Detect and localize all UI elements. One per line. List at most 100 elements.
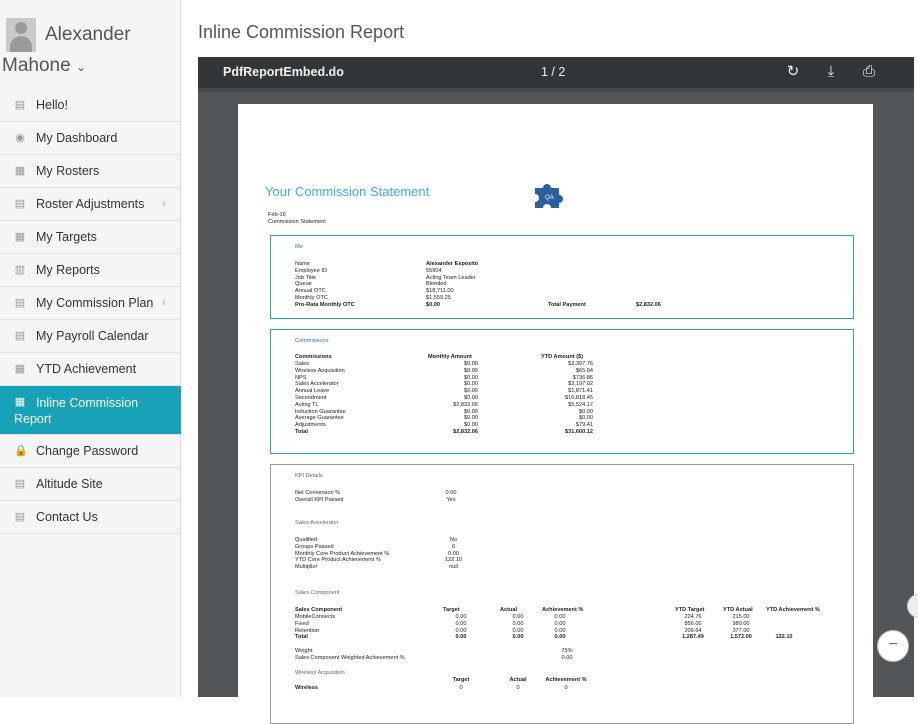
column-header: Actual: [500, 607, 518, 613]
sidebar-item-roster-adjustments[interactable]: ▤ Roster Adjustments ‹: [0, 188, 181, 221]
sidebar-item-label: Hello!: [36, 98, 68, 112]
row-label: Sales Accelerator: [295, 381, 339, 388]
cell: 215.00: [732, 614, 750, 620]
kpi-label: Overall KPI Passed: [295, 496, 344, 503]
accel-value: 122.10: [444, 557, 463, 564]
sidebar-item-inline-commission-report[interactable]: ▦ Inline Commission Report: [0, 386, 181, 435]
sidebar-item-my-reports[interactable]: ▥ My Reports: [0, 254, 181, 287]
column-header: Target: [452, 677, 470, 683]
section-header: Sales Accelerator: [295, 520, 339, 526]
weight-label: Weight: [295, 648, 313, 654]
sidebar-item-my-payroll-calendar[interactable]: ▤ My Payroll Calendar: [0, 320, 181, 353]
rotate-icon[interactable]: ↻: [783, 62, 803, 80]
column-header: YTD Achievement %: [766, 607, 820, 613]
ytd-amount: $0.00: [579, 415, 593, 422]
cell: 0.00: [554, 627, 566, 634]
kpi-label: Net Conversion %: [295, 490, 341, 496]
file-icon: ▤: [14, 478, 26, 490]
monthly-amount: $0.00: [464, 367, 478, 374]
sidebar-item-label: Contact Us: [36, 510, 98, 524]
cell: 206.64: [684, 627, 702, 634]
accel-value: 0.00: [448, 550, 459, 557]
sidebar-item-label: My Commission Plan: [36, 296, 154, 310]
cell: 1,287.49: [682, 634, 704, 641]
total-payment-value: $2,832.06: [636, 301, 661, 308]
column-header: Actual: [509, 677, 527, 683]
pdf-title: PdfReportEmbed.do: [223, 65, 344, 79]
cell: 0: [564, 685, 568, 691]
pdf-page-indicator[interactable]: 1 / 2: [541, 65, 565, 79]
monthly-amount: $0.00: [464, 381, 478, 388]
cell: 0.00: [455, 634, 467, 641]
page-title: Inline Commission Report: [198, 22, 405, 42]
file-icon: ▤: [14, 297, 26, 309]
row-label: Wireless: [295, 685, 318, 691]
sidebar-item-ytd-achievement[interactable]: ▦ YTD Achievement: [0, 353, 181, 386]
column-header: YTD Target: [675, 607, 705, 613]
doc-date: Feb-16: [268, 212, 286, 218]
cell: 0.00: [512, 627, 524, 634]
sidebar-item-altitude-site[interactable]: ▤ Altitude Site: [0, 468, 181, 501]
sidebar-item-label: Change Password: [36, 444, 139, 458]
sidebar-item-label: My Reports: [36, 263, 100, 277]
commissions-box: Commissions Commissions Monthly Amount YTD …: [270, 329, 854, 454]
sidebar-item-contact-us[interactable]: ▤ Contact Us: [0, 501, 181, 534]
sidebar-item-my-targets[interactable]: ▦ My Targets: [0, 221, 181, 254]
cell: 224.76: [684, 614, 702, 620]
chevron-left-icon: ‹: [162, 295, 166, 309]
ytd-amount: $736.86: [572, 374, 593, 381]
file-icon: ▤: [14, 330, 26, 342]
field-label: Queue: [295, 281, 312, 288]
collapse-button[interactable]: −: [877, 630, 909, 662]
user-panel[interactable]: Alexander Mahone ⌄: [0, 18, 181, 88]
sidebar-item-label: Roster Adjustments: [36, 197, 145, 211]
field-value: Acting Team Leader: [426, 274, 476, 281]
row-label: Annual Leave: [295, 388, 330, 395]
weight-label: Sales Component Weighted Achievement %: [295, 654, 405, 661]
cell: 856.00: [684, 620, 702, 627]
accel-value: 0: [451, 543, 456, 550]
section-header: Wireless Acquisition: [295, 670, 345, 676]
file-icon: ▤: [14, 198, 26, 210]
field-value: $18,711.00: [426, 288, 454, 295]
cell: 0.00: [554, 634, 566, 641]
row-label: Retention: [295, 627, 319, 634]
ytd-amount: $5,524.17: [568, 401, 593, 408]
sidebar-item-change-password[interactable]: 🔒 Change Password: [0, 435, 181, 468]
row-label: Secondment: [295, 395, 327, 401]
accel-label: Monthly Core Product Achievement %: [295, 550, 390, 557]
cell: 0.00: [455, 627, 467, 634]
kpi-value: Yes: [446, 496, 456, 503]
pdf-page: Your Commission Statement QA Feb-16 Comm…: [238, 104, 873, 724]
sidebar-item-hello-[interactable]: ▤ Hello!: [0, 89, 181, 122]
row-label: Total: [295, 634, 308, 641]
print-icon[interactable]: ⎙: [859, 63, 879, 80]
field-label: Monthly OTC: [295, 295, 328, 301]
row-label: MobileConnects: [295, 614, 336, 620]
row-label: NPS: [295, 374, 307, 381]
user-last-name[interactable]: Mahone ⌄: [2, 55, 86, 77]
ytd-amount: $79.41: [575, 422, 593, 429]
sidebar-item-label: Altitude Site: [36, 477, 103, 491]
user-first-name: Alexander: [45, 24, 131, 45]
total-payment-label: Total Payment: [548, 301, 586, 308]
pdf-toolbar: PdfReportEmbed.do 1 / 2 ↻ ⤓ ⎙: [198, 57, 914, 88]
cell: 377.00: [732, 627, 750, 634]
sidebar-item-my-rosters[interactable]: ▦ My Rosters: [0, 155, 181, 188]
cell: 0.00: [455, 614, 467, 620]
monthly-amount: $0.00: [464, 408, 478, 415]
sidebar-item-my-commission-plan[interactable]: ▤ My Commission Plan ‹: [0, 287, 181, 320]
sidebar-item-my-dashboard[interactable]: ◉ My Dashboard: [0, 122, 181, 155]
column-header: Target: [443, 607, 460, 613]
pdf-viewer[interactable]: PdfReportEmbed.do 1 / 2 ↻ ⤓ ⎙ Your Commiss…: [198, 57, 914, 724]
row-label: Fixed: [295, 620, 309, 627]
field-value: Alexander Esposito: [426, 261, 479, 267]
column-header: Achievement %: [545, 677, 587, 683]
doc-subtitle: Commission Statement: [268, 219, 326, 225]
download-icon[interactable]: ⤓: [821, 63, 841, 80]
row-label: Total: [295, 429, 308, 435]
sidebar-item-label: My Payroll Calendar: [36, 329, 149, 343]
dashboard-icon: ◉: [15, 132, 25, 144]
cell: 0.00: [554, 620, 566, 627]
ytd-amount: $16,818.45: [565, 395, 593, 401]
